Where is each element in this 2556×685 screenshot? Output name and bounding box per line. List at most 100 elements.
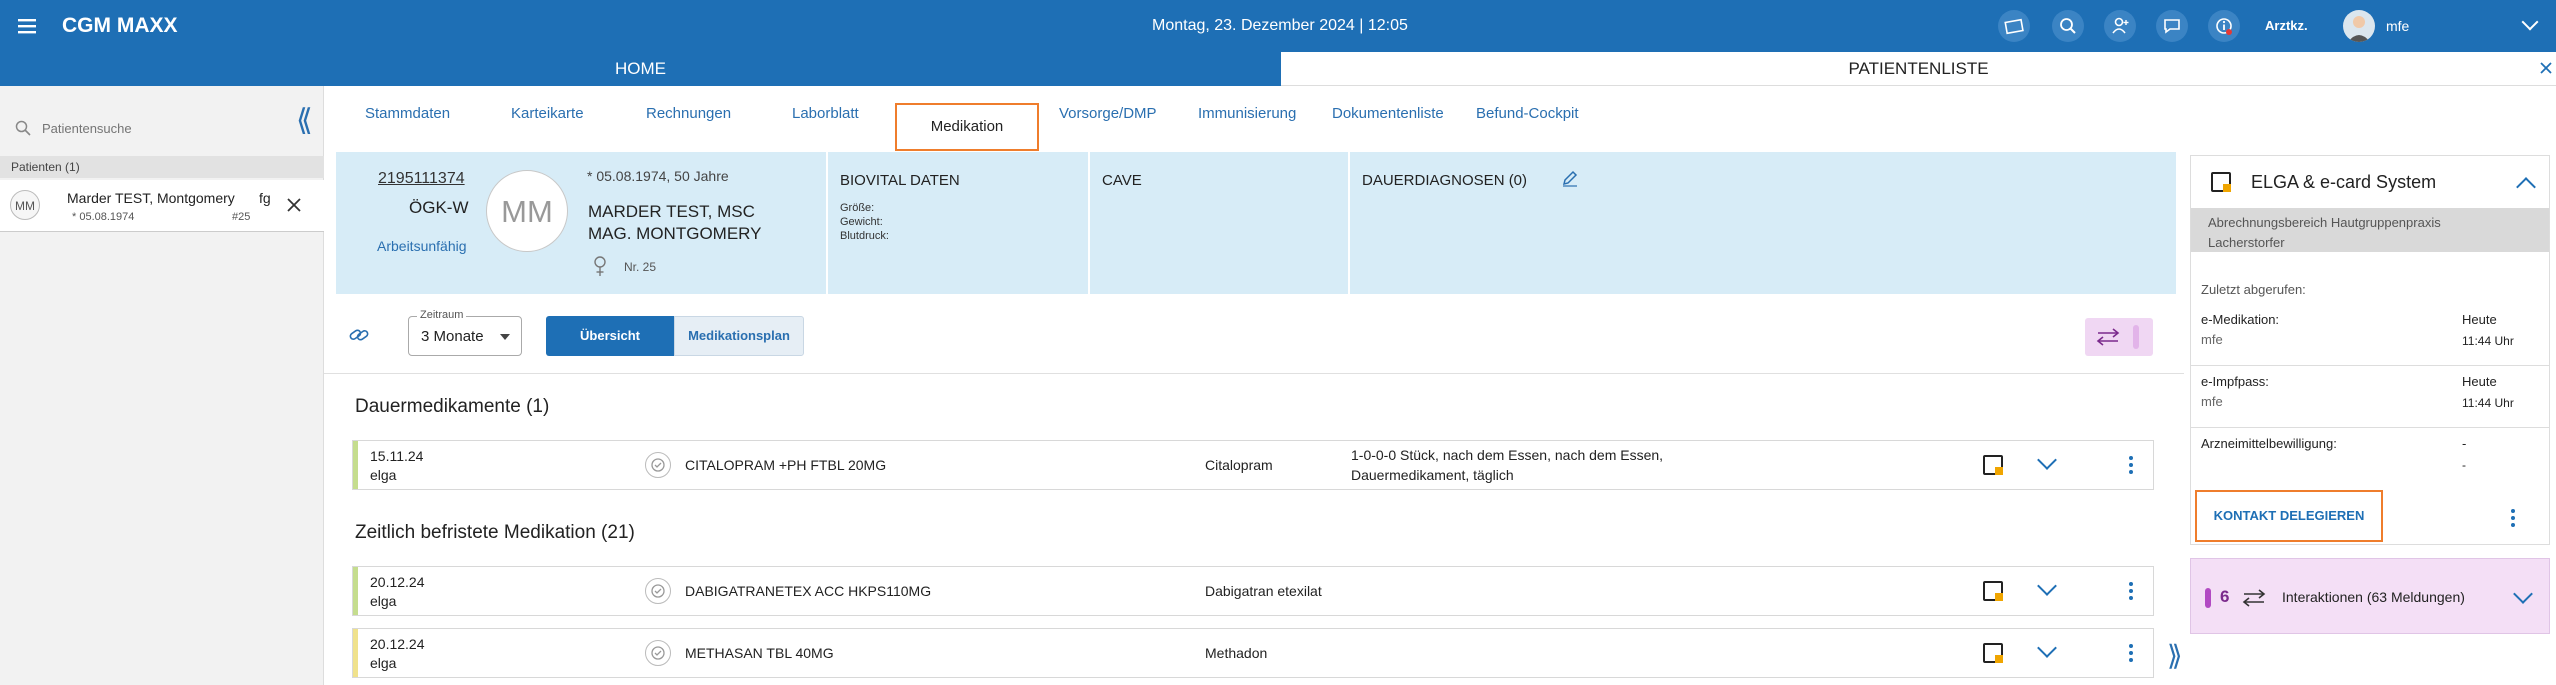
more-options-icon[interactable] [2511, 509, 2515, 527]
expand-chevron-icon[interactable] [2037, 638, 2057, 658]
avatar[interactable] [2343, 10, 2375, 42]
last-called-label: Zuletzt abgerufen: [2201, 282, 2306, 297]
patient-nr: Nr. 25 [624, 260, 657, 274]
med-dosage-line2: Dauermedikament, täglich [1351, 467, 1514, 483]
patients-header: Patienten (1) [0, 156, 324, 178]
purple-indicator [2205, 588, 2211, 608]
collapse-panel-icon[interactable]: ⟪ [296, 106, 313, 136]
patient-avatar-large: MM [486, 170, 568, 252]
close-icon[interactable] [286, 197, 302, 213]
interaction-toggle-button[interactable] [2085, 318, 2153, 356]
dauerdiagnosen-title: DAUERDIAGNOSEN (0) [1362, 172, 1528, 189]
row-color-bar [353, 629, 358, 677]
chevron-down-icon[interactable] [2521, 13, 2539, 31]
card-icon[interactable] [1998, 10, 2030, 42]
patient-dob-age: * 05.08.1974, 50 Jahre [587, 168, 729, 184]
med-substance: Citalopram [1205, 457, 1273, 473]
interaction-label: Interaktionen (63 Meldungen) [2282, 589, 2465, 605]
edit-icon[interactable] [1560, 168, 1580, 188]
divider [1348, 152, 1350, 294]
female-icon [593, 256, 607, 278]
status-check-icon[interactable] [645, 640, 671, 666]
medication-row[interactable]: 15.11.24 elga CITALOPRAM +PH FTBL 20MG C… [352, 440, 2154, 490]
note-icon[interactable] [1983, 455, 2003, 475]
status-check-icon[interactable] [645, 578, 671, 604]
note-icon [2211, 172, 2231, 192]
tab-befund-cockpit[interactable]: Befund-Cockpit [1476, 86, 1579, 142]
billing-area: Abrechnungsbereich Hautgruppenpraxis Lac… [2191, 208, 2549, 252]
tab-vorsorge[interactable]: Vorsorge/DMP [1059, 86, 1157, 142]
more-options-icon[interactable] [2129, 582, 2133, 600]
patient-avatar: MM [10, 190, 40, 220]
tab-karteikarte[interactable]: Karteikarte [511, 86, 584, 142]
note-icon[interactable] [1983, 643, 2003, 663]
elga-item: e-Medikation: mfe Heute 11:44 Uhr [2191, 306, 2549, 366]
uebersicht-button[interactable]: Übersicht [546, 316, 674, 356]
close-icon[interactable] [2539, 61, 2553, 75]
gewicht-label: Gewicht: [840, 216, 883, 228]
more-options-icon[interactable] [2129, 456, 2133, 474]
med-source: elga [370, 467, 397, 483]
info-icon[interactable] [2208, 10, 2240, 42]
section-title-zeitlich: Zeitlich befristete Medikation (21) [355, 522, 635, 543]
biovital-title: BIOVITAL DATEN [840, 172, 960, 189]
elga-panel: ELGA & e-card System Abrechnungsbereich … [2190, 155, 2550, 545]
patient-name-line1: MARDER TEST, MSC [588, 202, 755, 221]
med-date: 20.12.24 [370, 636, 425, 652]
note-icon[interactable] [1983, 581, 2003, 601]
patient-name: Marder TEST, Montgomery [67, 190, 235, 206]
status-link[interactable]: Arbeitsunfähig [377, 238, 467, 254]
patient-number: #25 [232, 211, 251, 223]
divider [826, 152, 828, 294]
blutdruck-label: Blutdruck: [840, 230, 889, 242]
zeitraum-label: Zeitraum [417, 309, 467, 321]
chat-icon[interactable] [2156, 10, 2188, 42]
med-source: elga [370, 655, 397, 671]
purple-indicator [2133, 325, 2139, 349]
top-bar: CGM MAXX Montag, 23. Dezember 2024 | 12:… [0, 0, 2556, 52]
tab-stammdaten[interactable]: Stammdaten [365, 86, 450, 142]
chevron-down-icon[interactable] [2513, 584, 2533, 604]
elga-title: ELGA & e-card System [2251, 172, 2437, 192]
patient-list-item[interactable]: MM Marder TEST, Montgomery fg * 05.08.19… [0, 180, 324, 232]
tab-laborblatt[interactable]: Laborblatt [792, 86, 859, 142]
app-title: CGM MAXX [62, 14, 178, 37]
tab-medikation[interactable]: Medikation [895, 103, 1039, 151]
search-icon [14, 119, 32, 137]
status-check-icon[interactable] [645, 452, 671, 478]
med-source: elga [370, 593, 397, 609]
tab-home[interactable]: HOME [0, 52, 1281, 86]
divider [324, 373, 2184, 374]
zeitraum-select[interactable]: Zeitraum 3 Monate [408, 309, 522, 356]
chevron-up-icon[interactable] [2516, 177, 2536, 197]
svnr-link[interactable]: 2195111374 [378, 170, 465, 188]
tab-immunisierung[interactable]: Immunisierung [1198, 86, 1296, 142]
med-substance: Dabigatran etexilat [1205, 583, 1322, 599]
more-options-icon[interactable] [2129, 644, 2133, 662]
link-icon[interactable] [348, 324, 370, 346]
patient-search-input[interactable] [40, 115, 280, 141]
medication-row[interactable]: 20.12.24 elga DABIGATRANETEX ACC HKPS110… [352, 566, 2154, 616]
expand-panel-icon[interactable]: ⟫ [2167, 642, 2183, 670]
tab-patient-list[interactable]: PATIENTENLISTE [1281, 52, 2556, 86]
medication-row[interactable]: 20.12.24 elga METHASAN TBL 40MG Methadon [352, 628, 2154, 678]
row-color-bar [353, 441, 358, 489]
patient-dob: * 05.08.1974 [72, 211, 135, 223]
elga-item: e-Impfpass: mfe Heute 11:44 Uhr [2191, 368, 2549, 428]
add-person-icon[interactable] [2104, 10, 2136, 42]
elga-item: Arzneimittelbewilligung: - - [2201, 436, 2467, 472]
search-icon[interactable] [2052, 10, 2084, 42]
expand-chevron-icon[interactable] [2037, 576, 2057, 596]
delegate-contact-button[interactable]: KONTAKT DELEGIEREN [2195, 490, 2383, 542]
tab-rechnungen[interactable]: Rechnungen [646, 86, 731, 142]
medikationsplan-button[interactable]: Medikationsplan [674, 316, 804, 356]
nav-row: HOME PATIENTENLISTE [0, 52, 2556, 86]
divider [1088, 152, 1090, 294]
patient-code: fg [259, 190, 271, 206]
menu-icon[interactable] [16, 15, 38, 37]
tab-dokumentenliste[interactable]: Dokumentenliste [1332, 86, 1444, 142]
patient-info-bar: 2195111374 ÖGK-W Arbeitsunfähig MM * 05.… [336, 152, 2176, 294]
expand-chevron-icon[interactable] [2037, 450, 2057, 470]
interactions-panel[interactable]: 6 Interaktionen (63 Meldungen) [2190, 558, 2550, 634]
groesse-label: Größe: [840, 202, 875, 214]
